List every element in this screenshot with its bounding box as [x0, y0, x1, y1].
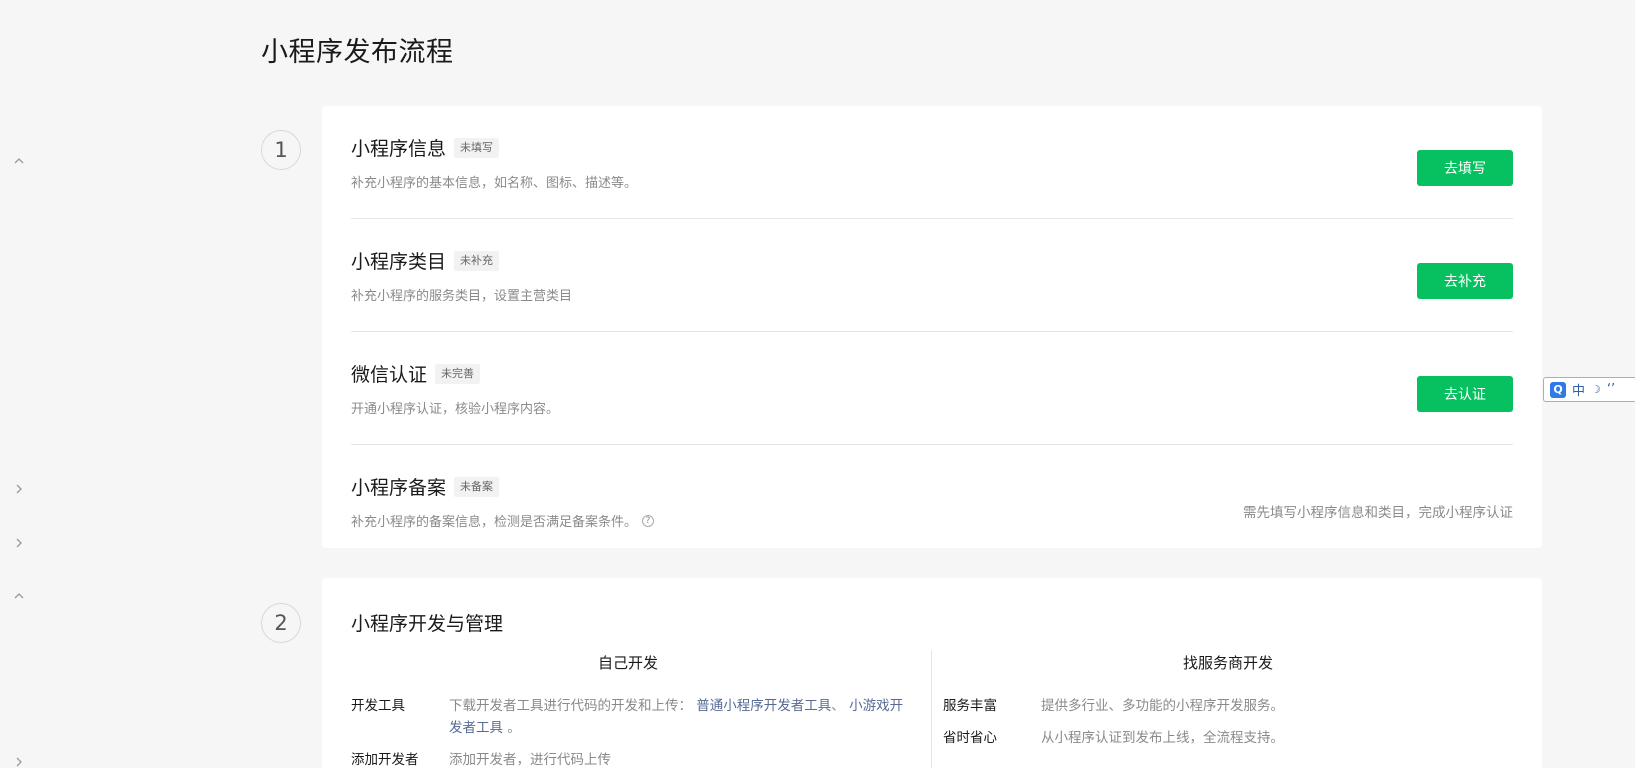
- provider-develop-column: 找服务商开发 服务丰富 提供多行业、多功能的小程序开发服务。 省时省心 从小程序…: [943, 652, 1513, 759]
- feature-text: 提供多行业、多功能的小程序开发服务。: [1041, 698, 1284, 714]
- feature-label: 省时省心: [943, 730, 997, 746]
- ime-toolbar[interactable]: Q 中 ☽ ‘’: [1543, 377, 1635, 402]
- setup-row-title: 微信认证: [351, 364, 428, 386]
- page: 小程序发布流程 1 小程序信息 未填写 补充小程序的基本信息，如名称、图标、描述…: [0, 0, 1635, 768]
- ime-halfwidth-moon-icon[interactable]: ☽: [1591, 383, 1601, 396]
- setup-row-title: 小程序备案: [351, 477, 447, 499]
- link-separator: 、: [831, 698, 845, 714]
- sidebar-collapse-chevron-up-icon[interactable]: [13, 590, 25, 602]
- setup-row-info: 小程序信息 未填写 补充小程序的基本信息，如名称、图标、描述等。 去填写: [351, 106, 1513, 219]
- feature-text-content: 下载开发者工具进行代码的开发和上传：: [449, 698, 692, 714]
- feature-add-developer: 添加开发者 添加开发者，进行代码上传: [351, 749, 905, 768]
- sidebar-collapse-chevron-up-icon[interactable]: [13, 155, 25, 167]
- status-badge: 未补充: [454, 250, 500, 271]
- feature-label: 添加开发者: [351, 752, 419, 768]
- setup-row-category: 小程序类目 未补充 补充小程序的服务类目，设置主营类目 去补充: [351, 219, 1513, 332]
- setup-row-description-text: 补充小程序的备案信息，检测是否满足备案条件。: [351, 515, 638, 530]
- sidebar-expand-chevron-right-icon[interactable]: [13, 537, 25, 549]
- setup-row-filing: 小程序备案 未备案 补充小程序的备案信息，检测是否满足备案条件。 ? 需先填写小…: [351, 445, 1513, 558]
- verify-button[interactable]: 去认证: [1417, 376, 1513, 412]
- feature-label: 开发工具: [351, 698, 405, 714]
- ime-punctuation-icon[interactable]: ‘’: [1607, 382, 1615, 397]
- mini-program-devtools-link[interactable]: 普通小程序开发者工具: [696, 698, 831, 714]
- add-category-button[interactable]: 去补充: [1417, 263, 1513, 299]
- feature-time-saving: 省时省心 从小程序认证到发布上线，全流程支持。: [943, 727, 1513, 749]
- ime-logo-icon[interactable]: Q: [1550, 381, 1566, 398]
- self-develop-column: 自己开发 开发工具 下载开发者工具进行代码的开发和上传： 普通小程序开发者工具、…: [351, 652, 905, 768]
- setup-row-title: 小程序信息: [351, 138, 447, 160]
- help-question-icon[interactable]: ?: [642, 514, 655, 527]
- status-badge: 未备案: [454, 476, 500, 497]
- ime-chinese-mode-toggle[interactable]: 中: [1572, 380, 1585, 399]
- setup-row-title: 小程序类目: [351, 251, 447, 273]
- column-divider: [931, 650, 932, 768]
- status-badge: 未完善: [435, 363, 481, 384]
- fill-info-button[interactable]: 去填写: [1417, 150, 1513, 186]
- dev-section-title: 小程序开发与管理: [351, 613, 504, 635]
- feature-text: 添加开发者，进行代码上传: [449, 752, 611, 768]
- feature-dev-tools: 开发工具 下载开发者工具进行代码的开发和上传： 普通小程序开发者工具、 小游戏开…: [351, 695, 905, 739]
- sidebar-expand-chevron-right-icon[interactable]: [13, 756, 25, 768]
- step-number-2: 2: [261, 603, 301, 643]
- step-number-1: 1: [261, 130, 301, 170]
- setup-row-description: 补充小程序的服务类目，设置主营类目: [351, 289, 573, 304]
- self-develop-heading: 自己开发: [597, 654, 658, 672]
- basic-setup-card: 小程序信息 未填写 补充小程序的基本信息，如名称、图标、描述等。 去填写 小程序…: [322, 106, 1542, 548]
- setup-row-description: 补充小程序的备案信息，检测是否满足备案条件。 ?: [351, 511, 655, 530]
- sentence-end: 。: [507, 720, 521, 736]
- sidebar-expand-chevron-right-icon[interactable]: [13, 483, 25, 495]
- feature-text: 从小程序认证到发布上线，全流程支持。: [1041, 730, 1284, 746]
- dev-management-card: 小程序开发与管理 自己开发 开发工具 下载开发者工具进行代码的开发和上传： 普通…: [322, 578, 1542, 768]
- provider-develop-heading: 找服务商开发: [1182, 654, 1273, 672]
- status-badge: 未填写: [454, 137, 500, 158]
- feature-rich-services: 服务丰富 提供多行业、多功能的小程序开发服务。: [943, 695, 1513, 717]
- setup-row-verification: 微信认证 未完善 开通小程序认证，核验小程序内容。 去认证: [351, 332, 1513, 445]
- feature-label: 服务丰富: [943, 698, 997, 714]
- setup-row-description: 开通小程序认证，核验小程序内容。: [351, 402, 560, 417]
- page-title: 小程序发布流程: [261, 37, 454, 68]
- filing-prerequisite-note: 需先填写小程序信息和类目，完成小程序认证: [1243, 505, 1513, 521]
- feature-text: 下载开发者工具进行代码的开发和上传： 普通小程序开发者工具、 小游戏开发者工具 …: [449, 695, 905, 739]
- setup-row-description: 补充小程序的基本信息，如名称、图标、描述等。: [351, 176, 638, 191]
